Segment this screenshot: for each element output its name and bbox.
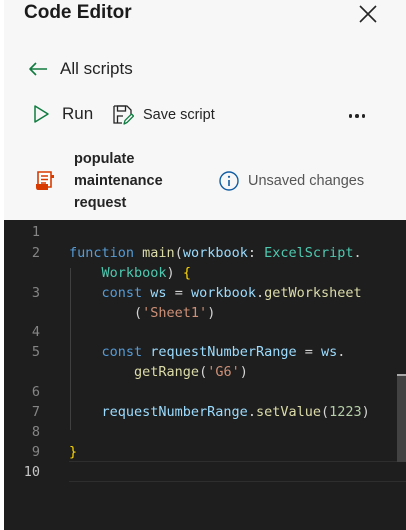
code-line-3-wrap: ('Sheet1') — [69, 305, 216, 321]
save-script-button[interactable]: Save script — [112, 104, 215, 126]
unsaved-changes-label: Unsaved changes — [248, 173, 365, 189]
panel-title: Code Editor — [24, 2, 132, 23]
save-icon — [113, 105, 134, 125]
code-line-3: const ws = workbook.getWorksheet — [101, 285, 362, 301]
line-number: 6 — [31, 384, 40, 400]
run-button[interactable]: Run — [32, 104, 93, 124]
unsaved-status: Unsaved changes — [218, 170, 364, 192]
more-horizontal-icon — [355, 114, 359, 118]
all-scripts-label: All scripts — [60, 59, 133, 78]
script-name-line: maintenance — [74, 173, 163, 189]
current-line-highlight — [69, 461, 406, 482]
arrow-left-icon — [29, 62, 47, 76]
more-horizontal-icon — [361, 114, 366, 118]
line-number: 9 — [31, 444, 40, 460]
more-options-button[interactable] — [345, 110, 369, 122]
scrollbar-position-marker — [397, 374, 406, 376]
line-number: 5 — [31, 344, 40, 360]
editor-scrollbar[interactable] — [397, 374, 406, 462]
line-number-active: 10 — [23, 464, 40, 480]
play-icon — [34, 105, 49, 123]
code-line-5: const requestNumberRange = ws. — [101, 344, 346, 360]
toolbar: Run Save script — [32, 104, 382, 130]
script-info: populate maintenance request Unsaved cha… — [34, 148, 384, 214]
line-number: 4 — [31, 324, 40, 340]
code-line-9: } — [69, 444, 78, 460]
save-script-label: Save script — [143, 107, 215, 123]
line-number: 7 — [31, 404, 40, 420]
code-line-2-wrap: Workbook) { — [101, 265, 191, 281]
script-name: populate maintenance request — [74, 148, 184, 214]
line-number: 3 — [31, 285, 40, 301]
script-name-line: populate — [74, 151, 135, 167]
script-name-line: request — [74, 195, 127, 211]
info-icon — [219, 171, 239, 191]
more-horizontal-icon — [348, 114, 353, 118]
line-number: 1 — [31, 224, 40, 240]
line-number: 8 — [31, 424, 40, 440]
script-file-icon — [36, 171, 54, 190]
code-editor[interactable]: 1 2 3 4 5 6 7 8 9 10 function main(workb… — [4, 220, 406, 530]
close-icon — [359, 5, 377, 23]
line-number: 2 — [31, 245, 40, 261]
code-line-2: function main(workbook: ExcelScript. — [69, 245, 362, 261]
code-line-5-wrap: getRange('G6') — [134, 364, 248, 380]
run-label: Run — [62, 104, 94, 123]
code-line-7: requestNumberRange.setValue(1223) — [101, 404, 370, 420]
close-button[interactable] — [355, 1, 381, 27]
all-scripts-link[interactable]: All scripts — [28, 57, 133, 81]
